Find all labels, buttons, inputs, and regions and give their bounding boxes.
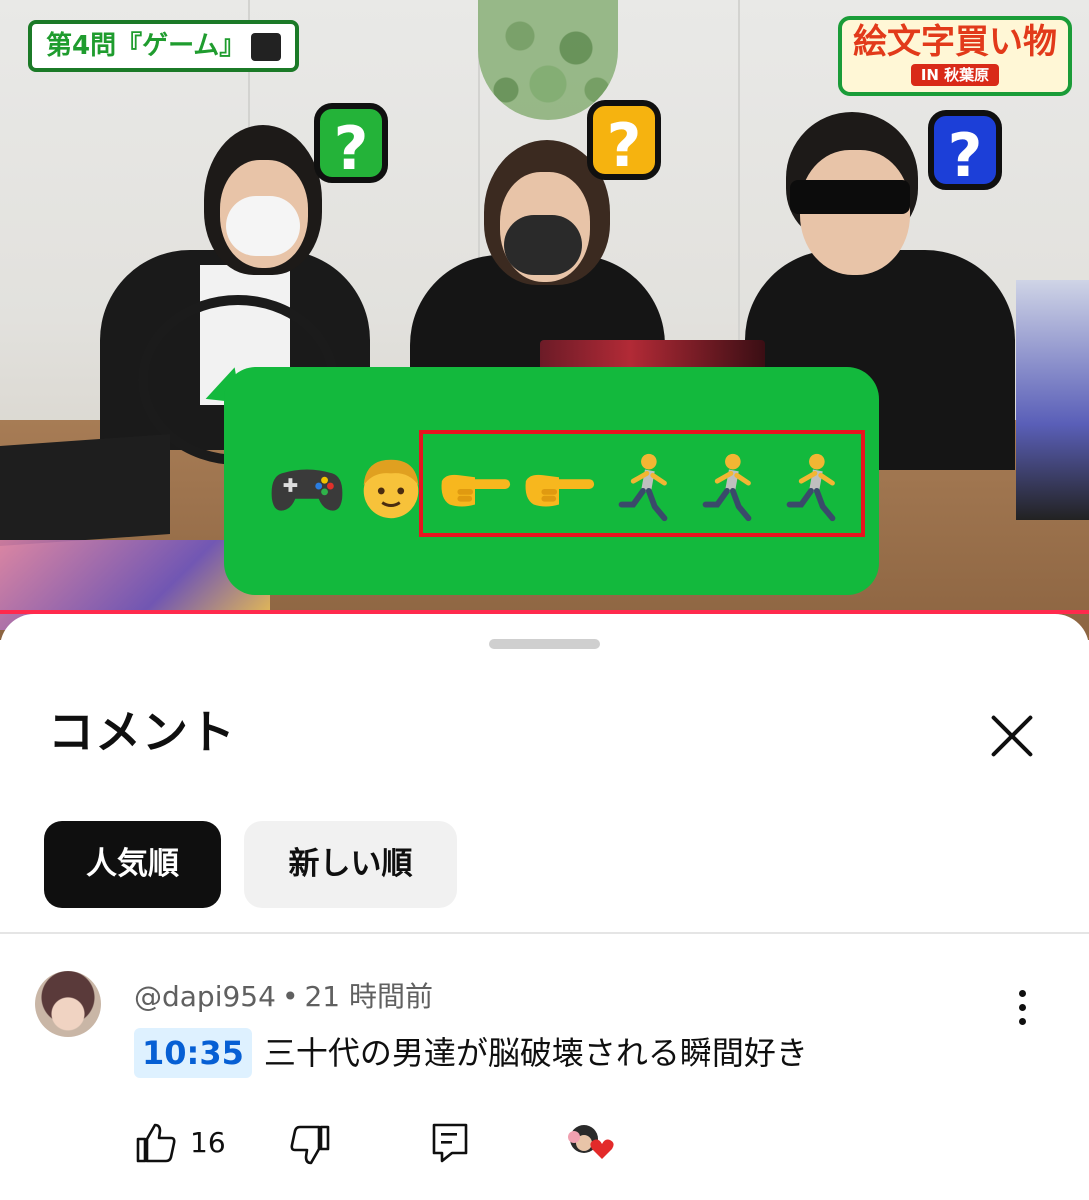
- meta-separator: •: [281, 980, 299, 1013]
- comment-actions: 16: [0, 1119, 1089, 1169]
- console-icon: [251, 32, 282, 61]
- reply-button[interactable]: [430, 1119, 470, 1169]
- comment-text: 三十代の男達が脳破壊される瞬間好き: [263, 1034, 808, 1072]
- like-button[interactable]: 16: [134, 1119, 254, 1169]
- like-count: 16: [190, 1126, 226, 1159]
- more-vert-icon[interactable]: [1004, 986, 1040, 1030]
- comment-author[interactable]: @dapi954: [134, 980, 276, 1013]
- thumbs-down-icon: [290, 1125, 330, 1165]
- segment-badge: 第4問『ゲーム』: [28, 20, 300, 72]
- question-mark-blue: ?: [928, 110, 1002, 191]
- divider: [0, 932, 1089, 934]
- close-icon[interactable]: [988, 712, 1036, 760]
- dislike-button[interactable]: [288, 1119, 334, 1169]
- red-highlight-box: [419, 430, 865, 537]
- comment-time: 21 時間前: [304, 980, 433, 1013]
- creator-heart-icon[interactable]: [566, 1119, 622, 1169]
- show-logo-sub: IN 秋葉原: [910, 64, 1000, 86]
- drag-handle[interactable]: [489, 639, 600, 649]
- avatar[interactable]: [35, 971, 101, 1037]
- sort-top-button[interactable]: 人気順: [44, 821, 221, 908]
- thumbs-up-icon: [136, 1123, 176, 1163]
- game-box-prop: [1016, 280, 1089, 520]
- question-mark-green: ?: [314, 103, 388, 184]
- comments-sheet: コメント 人気順 新しい順 @dapi954 • 21 時間前 10:35 三十代の男…: [0, 614, 1089, 1200]
- reply-icon: [432, 1123, 468, 1163]
- timestamp-link[interactable]: 10:35: [134, 1028, 252, 1078]
- comments-title: コメント: [48, 705, 236, 759]
- sort-newest-button[interactable]: 新しい順: [244, 821, 457, 908]
- video-frame[interactable]: ? ? ? 第4問『ゲーム』 絵文字買い物 IN 秋葉原: [0, 0, 1089, 640]
- black-bag-prop: [0, 434, 170, 546]
- show-logo-title: 絵文字買い物: [853, 22, 1057, 62]
- show-logo: 絵文字買い物 IN 秋葉原: [838, 16, 1072, 96]
- comment-meta: @dapi954 • 21 時間前: [134, 977, 433, 1017]
- question-mark-yellow: ?: [587, 100, 661, 181]
- comment-body: 10:35 三十代の男達が脳破壊される瞬間好き: [134, 1028, 808, 1078]
- game-controller-icon: [271, 469, 343, 511]
- creator-avatar-heart: [568, 1125, 614, 1159]
